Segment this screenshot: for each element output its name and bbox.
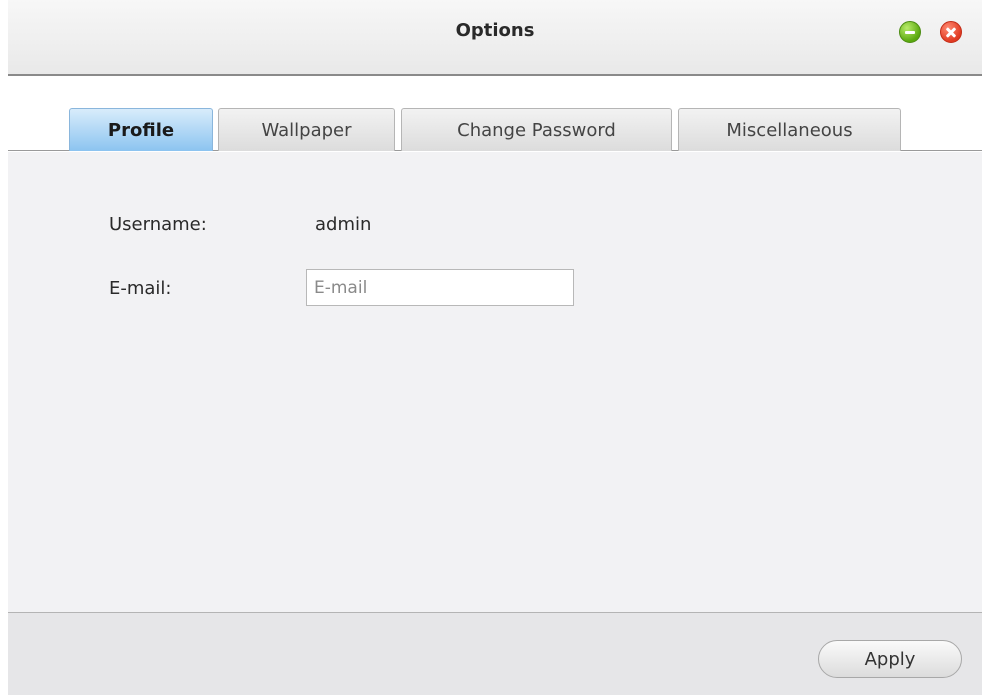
apply-button[interactable]: Apply <box>818 640 962 678</box>
close-icon[interactable] <box>940 21 962 43</box>
tab-wallpaper[interactable]: Wallpaper <box>218 108 395 151</box>
window-title: Options <box>455 20 535 41</box>
profile-panel: Username: admin E-mail: <box>8 152 982 612</box>
footer-bar: Apply <box>8 612 982 695</box>
tab-miscellaneous[interactable]: Miscellaneous <box>678 108 901 151</box>
tab-strip: Profile Wallpaper Change Password Miscel… <box>8 78 982 151</box>
tab-change-password[interactable]: Change Password <box>401 108 672 151</box>
title-bar[interactable]: Options <box>8 0 982 76</box>
email-label: E-mail: <box>109 278 172 299</box>
username-value: admin <box>315 214 372 235</box>
username-label: Username: <box>109 214 207 235</box>
tab-profile[interactable]: Profile <box>69 108 213 151</box>
options-window: Options Profile Wallpaper Change Passwor… <box>8 0 982 695</box>
minimize-icon[interactable] <box>899 21 921 43</box>
email-field[interactable] <box>306 269 574 306</box>
